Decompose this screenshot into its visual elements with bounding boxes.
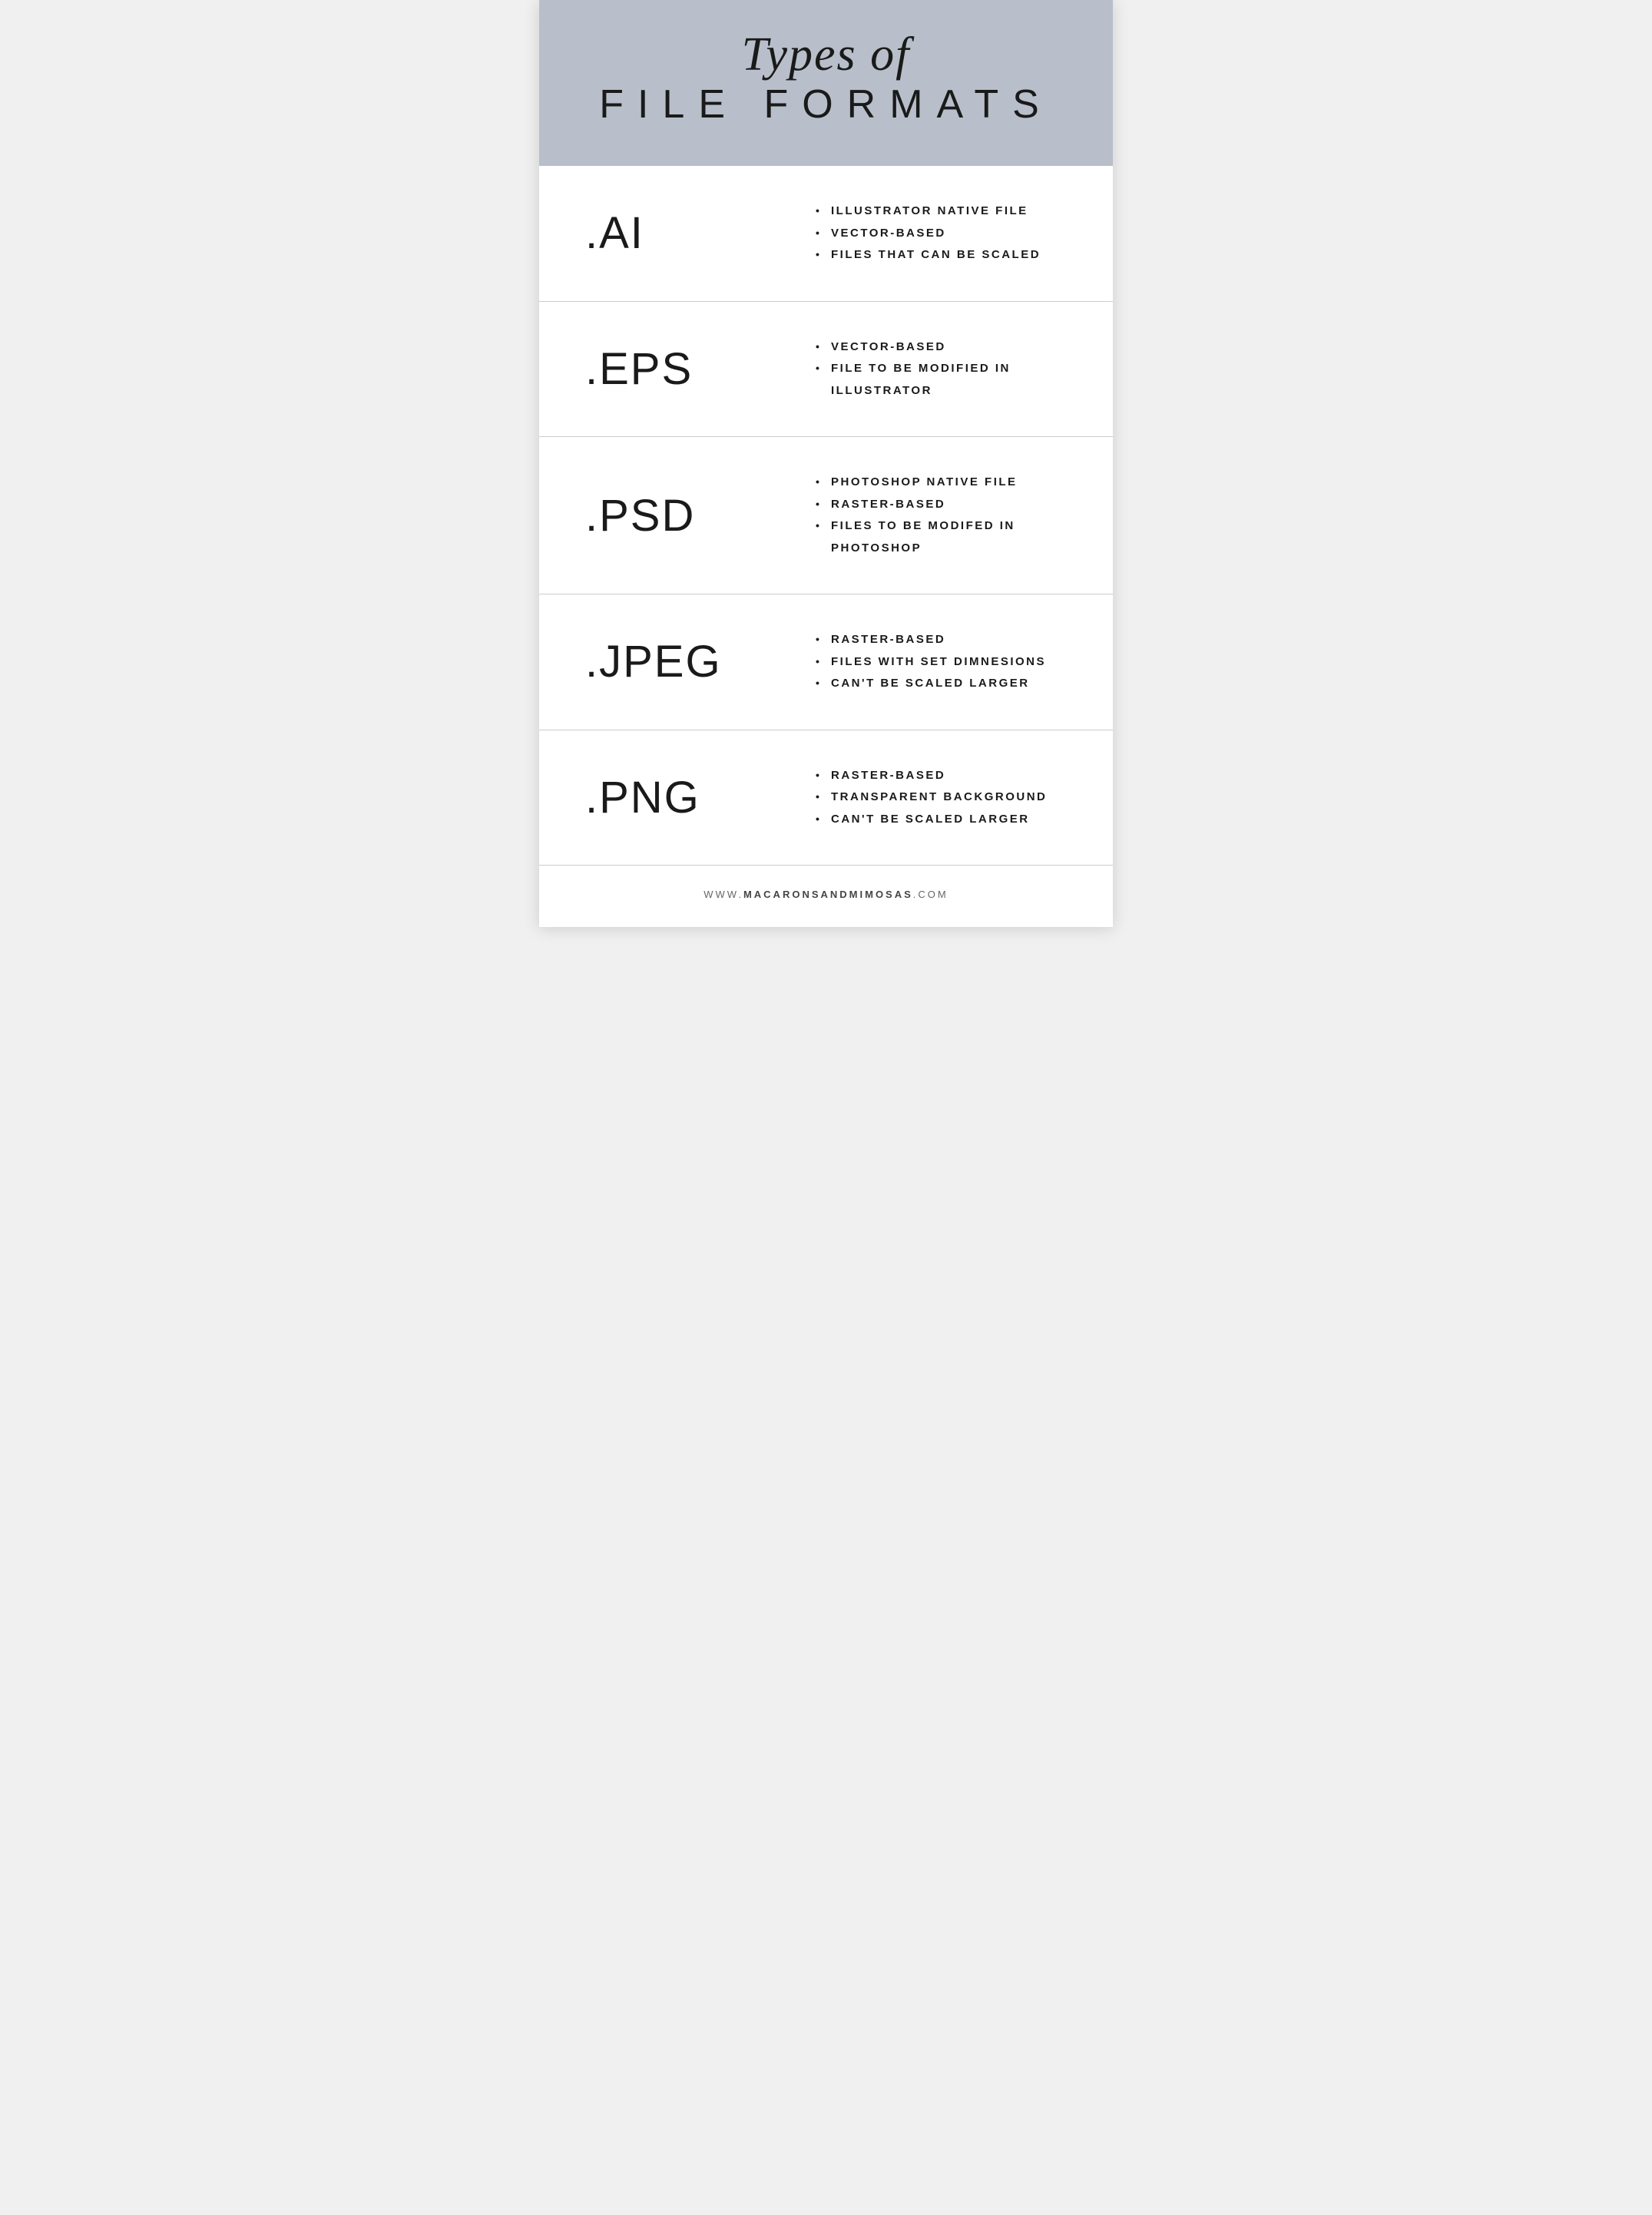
bullet-item: TRANSPARENT BACKGROUND xyxy=(816,786,1067,809)
format-name-png: .PNG xyxy=(585,772,785,823)
footer-text: www.MACARONSANDMIMOSAS.com xyxy=(585,889,1067,900)
page: Types of FILE FORMATS .AI ILLUSTRATOR NAT… xyxy=(539,0,1113,927)
bullet-item: FILES TO BE MODIFED IN PHOTOSHOP xyxy=(816,515,1067,559)
format-name-ai: .AI xyxy=(585,207,785,259)
format-row-jpeg: .JPEG RASTER-BASEDFILES WITH SET DIMNESIO… xyxy=(539,594,1113,730)
format-details-eps: VECTOR-BASEDFILE TO BE MODIFIED IN ILLUS… xyxy=(785,336,1067,402)
bullet-item: FILES THAT CAN BE SCALED xyxy=(816,244,1067,267)
footer-brand: MACARONSANDMIMOSAS xyxy=(743,889,913,900)
format-details-png: RASTER-BASEDTRANSPARENT BACKGROUNDCAN'T … xyxy=(785,765,1067,831)
format-row-eps: .EPS VECTOR-BASEDFILE TO BE MODIFIED IN I… xyxy=(539,302,1113,438)
format-bullets-psd: PHOTOSHOP NATIVE FILERASTER-BASEDFILES T… xyxy=(816,472,1067,559)
bullet-item: FILE TO BE MODIFIED IN ILLUSTRATOR xyxy=(816,358,1067,402)
bullet-item: VECTOR-BASED xyxy=(816,223,1067,245)
header: Types of FILE FORMATS xyxy=(539,0,1113,166)
footer-suffix: .com xyxy=(913,889,948,900)
format-details-jpeg: RASTER-BASEDFILES WITH SET DIMNESIONSCAN… xyxy=(785,629,1067,695)
header-bold-title: FILE FORMATS xyxy=(585,81,1067,127)
format-name-jpeg: .JPEG xyxy=(585,636,785,687)
bullet-item: ILLUSTRATOR NATIVE FILE xyxy=(816,200,1067,223)
format-row-psd: .PSD PHOTOSHOP NATIVE FILERASTER-BASEDFIL… xyxy=(539,437,1113,594)
bullet-item: VECTOR-BASED xyxy=(816,336,1067,359)
format-name-psd: .PSD xyxy=(585,490,785,541)
bullet-item: RASTER-BASED xyxy=(816,494,1067,516)
bullet-item: PHOTOSHOP NATIVE FILE xyxy=(816,472,1067,494)
format-details-psd: PHOTOSHOP NATIVE FILERASTER-BASEDFILES T… xyxy=(785,472,1067,559)
bullet-item: FILES WITH SET DIMNESIONS xyxy=(816,651,1067,674)
footer: www.MACARONSANDMIMOSAS.com xyxy=(539,865,1113,927)
bullet-item: CAN'T BE SCALED LARGER xyxy=(816,673,1067,695)
footer-prefix: www. xyxy=(704,889,743,900)
format-bullets-png: RASTER-BASEDTRANSPARENT BACKGROUNDCAN'T … xyxy=(816,765,1067,831)
format-bullets-jpeg: RASTER-BASEDFILES WITH SET DIMNESIONSCAN… xyxy=(816,629,1067,695)
format-bullets-eps: VECTOR-BASEDFILE TO BE MODIFIED IN ILLUS… xyxy=(816,336,1067,402)
bullet-item: RASTER-BASED xyxy=(816,629,1067,651)
bullet-item: CAN'T BE SCALED LARGER xyxy=(816,809,1067,831)
bullet-item: RASTER-BASED xyxy=(816,765,1067,787)
content-area: .AIILLUSTRATOR NATIVE FILEVECTOR-BASEDFI… xyxy=(539,166,1113,865)
format-bullets-ai: ILLUSTRATOR NATIVE FILEVECTOR-BASEDFILES… xyxy=(816,200,1067,267)
format-details-ai: ILLUSTRATOR NATIVE FILEVECTOR-BASEDFILES… xyxy=(785,200,1067,267)
format-name-eps: .EPS xyxy=(585,343,785,395)
header-script-title: Types of xyxy=(585,31,1067,78)
format-row-ai: .AI ILLUSTRATOR NATIVE FILEVECTOR-BASEDFI… xyxy=(539,166,1113,302)
format-row-png: .PNG RASTER-BASEDTRANSPARENT BACKGROUNDCA… xyxy=(539,730,1113,866)
